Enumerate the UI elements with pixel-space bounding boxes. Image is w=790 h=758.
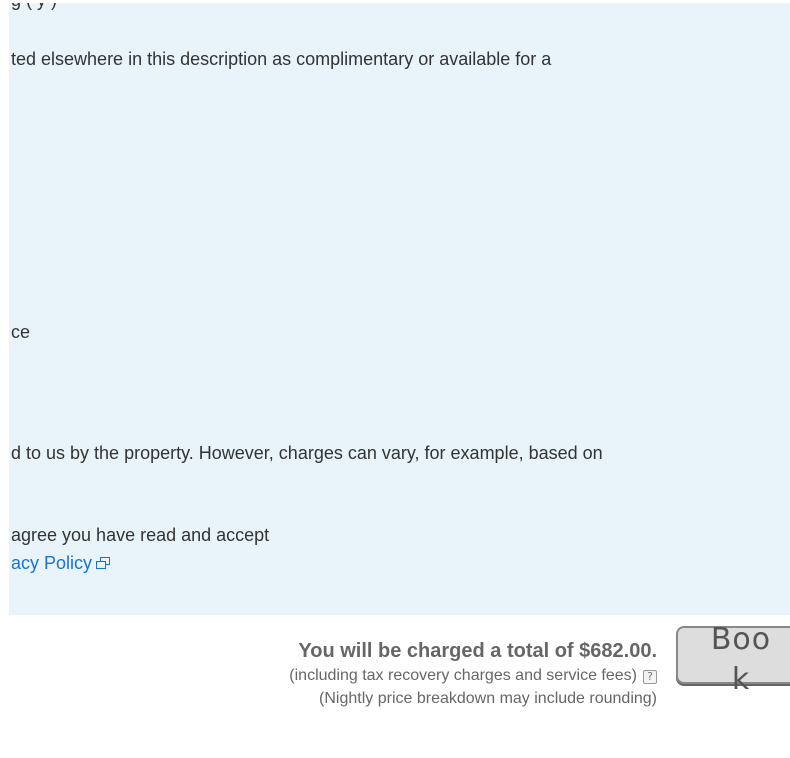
total-charge-text: You will be charged a total of $682.00. (298, 640, 657, 662)
privacy-policy-link[interactable]: acy Policy (11, 553, 92, 573)
charge-summary: You will be charged a total of $682.00. … (289, 638, 657, 710)
book-button-label: Book (710, 622, 772, 697)
clipped-text-line: g ( y ) (11, 3, 57, 11)
includes-fees-text: (including tax recovery charges and serv… (289, 667, 637, 684)
policy-text-line: ted elsewhere in this description as com… (11, 49, 552, 69)
book-button[interactable]: Book (676, 622, 790, 697)
help-icon[interactable]: ? (643, 670, 657, 684)
policy-text-line: ce (11, 322, 31, 342)
external-link-icon (96, 553, 111, 575)
policy-info-panel: g ( y ) ted elsewhere in this descriptio… (9, 3, 790, 615)
policy-text-line: d to us by the property. However, charge… (11, 443, 603, 463)
privacy-policy-row: acy Policy (11, 552, 111, 575)
terms-agreement-text: agree you have read and accept (11, 525, 270, 545)
includes-fees-row: (including tax recovery charges and serv… (289, 664, 657, 687)
rounding-note: (Nightly price breakdown may include rou… (319, 690, 657, 707)
